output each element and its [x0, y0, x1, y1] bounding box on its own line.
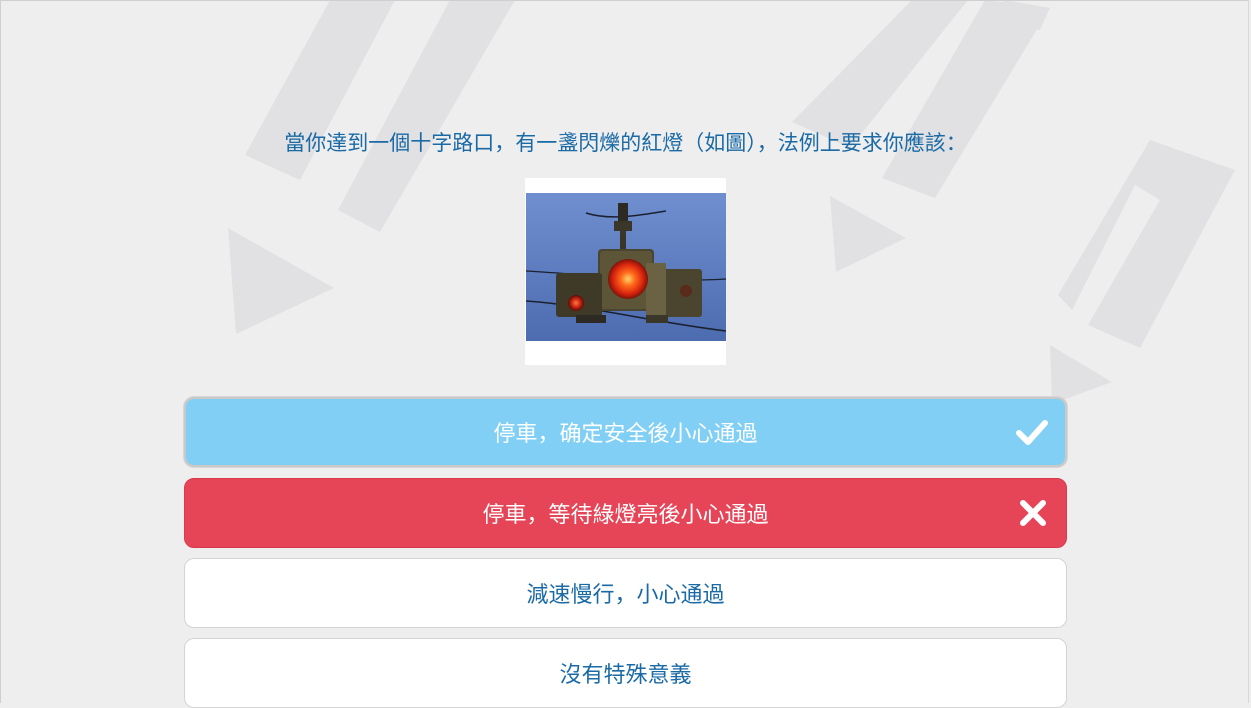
answer-option-4[interactable]: 沒有特殊意義	[184, 638, 1067, 708]
answer-option-1[interactable]: 停車，确定安全後小心通過	[184, 397, 1067, 467]
question-text: 當你達到一個十字路口，有一盞閃爍的紅燈（如圖），法例上要求你應該：	[284, 131, 967, 155]
quiz-panel: 當你達到一個十字路口，有一盞閃爍的紅燈（如圖），法例上要求你應該： 停車，确定安…	[0, 0, 1251, 708]
answer-option-3[interactable]: 減速慢行，小心通過	[184, 558, 1067, 628]
check-icon	[1016, 420, 1048, 445]
answer-option-2-label: 停車，等待綠燈亮後小心通過	[482, 503, 769, 528]
flashing-red-traffic-light-image	[526, 193, 726, 341]
answer-option-2[interactable]: 停車，等待綠燈亮後小心通過	[184, 478, 1067, 548]
answer-option-1-label: 停車，确定安全後小心通過	[493, 422, 758, 447]
question-image	[525, 178, 726, 365]
answer-option-4-label: 沒有特殊意義	[559, 663, 692, 688]
cross-icon	[1020, 500, 1046, 526]
answer-option-3-label: 減速慢行，小心通過	[526, 583, 725, 608]
